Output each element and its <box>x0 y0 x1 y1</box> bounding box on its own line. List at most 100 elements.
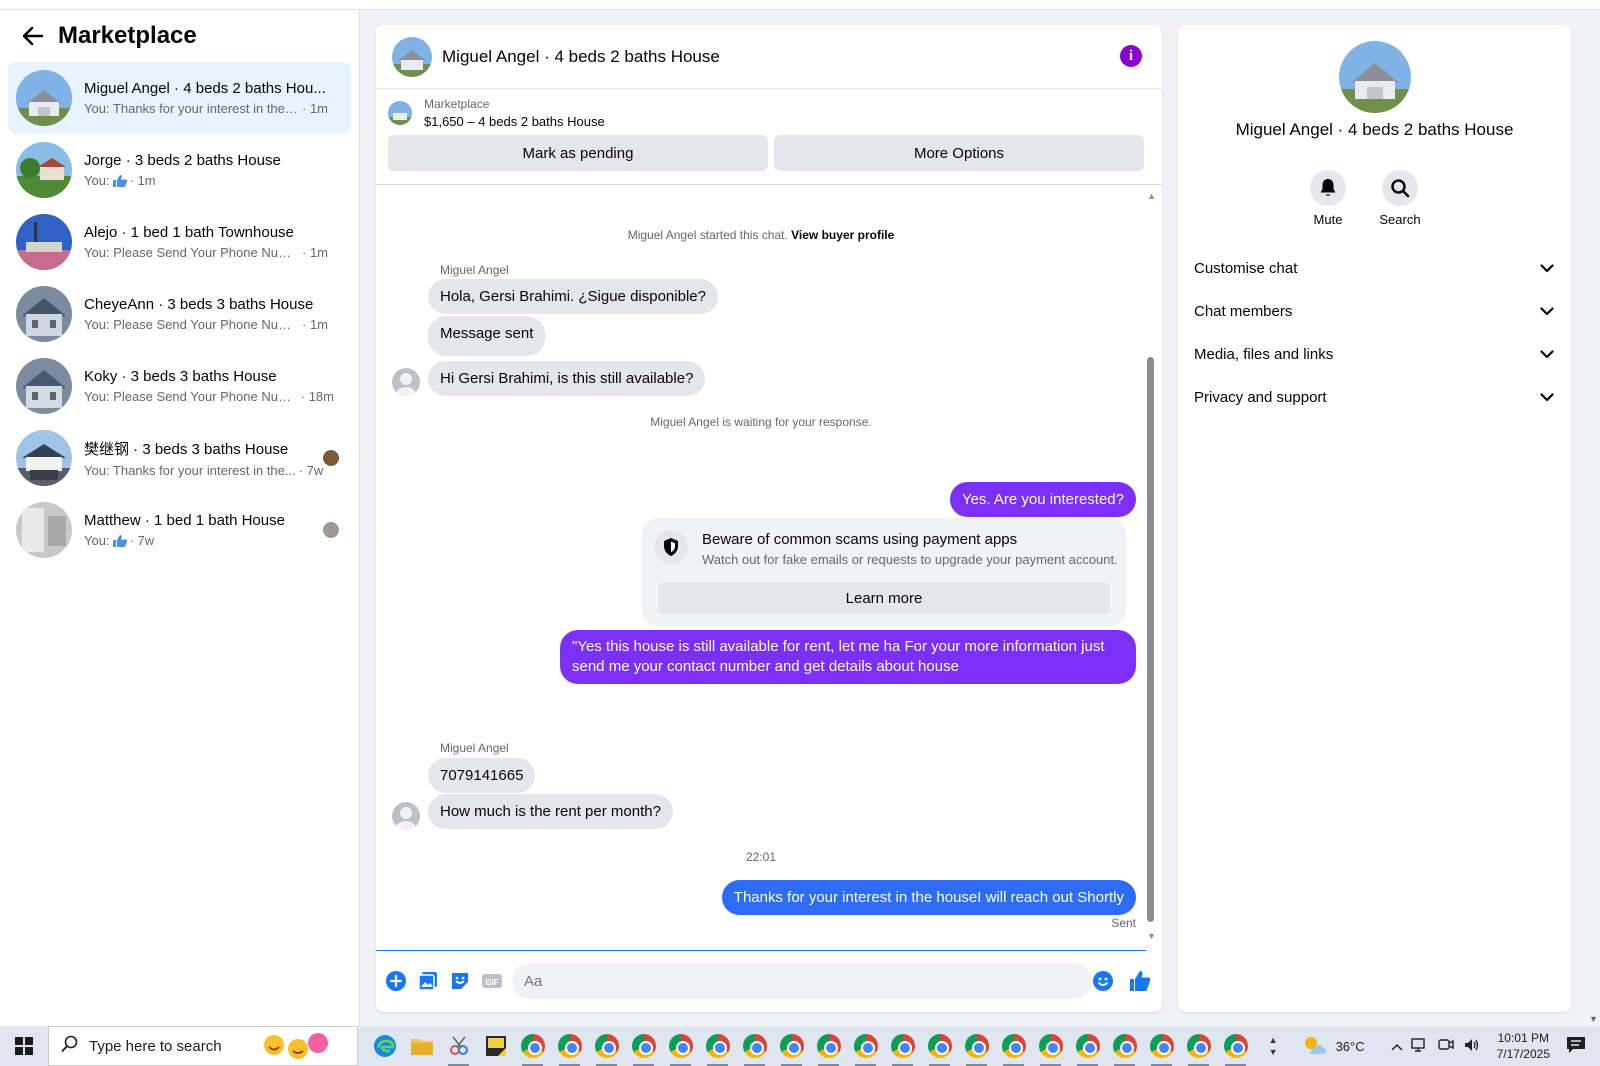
buyer-avatar <box>323 450 339 466</box>
chrome-icon[interactable] <box>514 1026 551 1066</box>
listing-thumbnail <box>16 358 72 414</box>
taskbar-clock[interactable]: 10:01 PM 7/17/2025 <box>1497 1030 1550 1062</box>
privacy-support-section[interactable]: Privacy and support <box>1194 379 1554 415</box>
conversation-item[interactable]: Matthew · 1 bed 1 bath House You: · 7w <box>8 494 351 566</box>
conversation-item[interactable]: Miguel Angel · 4 beds 2 baths Hou... You… <box>8 62 351 134</box>
info-icon[interactable]: i <box>1120 45 1142 67</box>
like-icon[interactable] <box>1128 969 1152 993</box>
network-icon[interactable] <box>1410 1037 1429 1056</box>
search-icon <box>1382 170 1418 206</box>
sender-name: Miguel Angel <box>440 741 509 755</box>
chrome-icon[interactable] <box>958 1026 995 1066</box>
conversation-item[interactable]: CheyeAnn · 3 beds 3 baths House You: Ple… <box>8 278 351 350</box>
conversation-snippet: You: Please Send Your Phone Numbe... <box>84 317 299 332</box>
section-label: Chat members <box>1194 302 1293 320</box>
chrome-icon[interactable] <box>1180 1026 1217 1066</box>
conversation-time: · 7w <box>298 463 324 478</box>
sender-name: Miguel Angel <box>440 263 509 277</box>
outgoing-message: Thanks for your interest in the houseI w… <box>721 880 1136 915</box>
weather-temperature[interactable]: 36°C <box>1336 1039 1365 1054</box>
search-label: Search <box>1379 212 1421 227</box>
listing-price-title[interactable]: $1,650 – 4 beds 2 baths House <box>424 114 605 129</box>
file-explorer-icon[interactable] <box>403 1026 440 1066</box>
taskbar-scroll-arrows-icon[interactable]: ▲ ▼ <box>1269 1034 1278 1058</box>
listing-thumbnail[interactable] <box>388 101 412 125</box>
more-options-button[interactable]: More Options <box>774 135 1144 171</box>
customise-chat-section[interactable]: Customise chat <box>1194 250 1554 286</box>
chrome-icon[interactable] <box>1032 1026 1069 1066</box>
chat-info-avatar[interactable] <box>1339 41 1411 113</box>
buyer-avatar <box>323 522 339 538</box>
clock-time: 10:01 PM <box>1497 1031 1549 1045</box>
buyer-avatar[interactable] <box>392 802 420 830</box>
chat-avatar[interactable] <box>392 36 432 77</box>
chevron-down-icon <box>1540 260 1554 277</box>
chrome-icon[interactable] <box>736 1026 773 1066</box>
chat-scrollbar[interactable] <box>1147 357 1154 922</box>
chrome-icon[interactable] <box>551 1026 588 1066</box>
notification-icon[interactable] <box>1566 1036 1586 1057</box>
chat-title[interactable]: Miguel Angel · 4 beds 2 baths House <box>442 47 720 67</box>
emoji-icon[interactable] <box>1092 970 1114 992</box>
chat-header: Miguel Angel · 4 beds 2 baths House i <box>376 25 1162 89</box>
chrome-icon[interactable] <box>995 1026 1032 1066</box>
conversation-item[interactable]: Jorge · 3 beds 2 baths House You: · 1m <box>8 134 351 206</box>
shield-icon <box>654 530 688 564</box>
conversation-time: · 1m <box>302 101 328 116</box>
conversation-item[interactable]: Alejo · 1 bed 1 bath Townhouse You: Plea… <box>8 206 351 278</box>
chat-members-section[interactable]: Chat members <box>1194 293 1554 329</box>
chrome-icon[interactable] <box>1143 1026 1180 1066</box>
gif-icon[interactable]: GIF <box>480 969 504 993</box>
outgoing-message: Yes. Are you interested? <box>949 482 1136 517</box>
chevron-down-icon <box>1540 389 1554 406</box>
scroll-up-arrow-icon[interactable]: ▲ <box>1147 191 1156 201</box>
incoming-message: Message sent <box>428 316 546 356</box>
conversation-item[interactable]: 樊继钢 · 3 beds 3 baths House You: Thanks f… <box>8 422 351 494</box>
message-timestamp: 22:01 <box>745 850 777 864</box>
scroll-down-arrow-icon[interactable]: ▼ <box>1589 1014 1598 1024</box>
buyer-avatar[interactable] <box>392 368 420 396</box>
meet-now-icon[interactable] <box>1437 1037 1455 1056</box>
chrome-icon[interactable] <box>884 1026 921 1066</box>
chrome-icon[interactable] <box>1069 1026 1106 1066</box>
chrome-icon[interactable] <box>662 1026 699 1066</box>
volume-icon[interactable] <box>1463 1037 1481 1056</box>
back-arrow-icon[interactable] <box>20 23 46 49</box>
plus-icon[interactable] <box>384 969 408 993</box>
listing-thumbnail <box>16 430 72 486</box>
weather-icon[interactable] <box>1302 1034 1328 1059</box>
view-buyer-profile-link[interactable]: View buyer profile <box>791 228 894 242</box>
chrome-icon[interactable] <box>1106 1026 1143 1066</box>
sticker-icon[interactable] <box>448 969 472 993</box>
search-button[interactable]: Search <box>1370 170 1430 227</box>
conversation-name: CheyeAnn · 3 beds 3 baths House <box>84 296 314 313</box>
chat-panel: Miguel Angel · 4 beds 2 baths House i Ma… <box>376 25 1162 1012</box>
listing-thumbnail <box>16 502 72 558</box>
page-scrollbar[interactable]: ▼ <box>1586 10 1600 1026</box>
scroll-down-arrow-icon[interactable]: ▼ <box>1147 931 1156 941</box>
conversation-item[interactable]: Koky · 3 beds 3 baths House You: Please … <box>8 350 351 422</box>
message-input[interactable] <box>512 963 1092 999</box>
chrome-icon[interactable] <box>847 1026 884 1066</box>
media-files-links-section[interactable]: Media, files and links <box>1194 336 1554 372</box>
chrome-icon[interactable] <box>588 1026 625 1066</box>
windows-start-icon[interactable] <box>0 1026 48 1066</box>
taskbar-search-placeholder: Type here to search <box>89 1037 222 1055</box>
snipping-tool-icon[interactable] <box>440 1026 477 1066</box>
chrome-icon[interactable] <box>773 1026 810 1066</box>
chrome-icon[interactable] <box>810 1026 847 1066</box>
edge-icon[interactable] <box>366 1026 403 1066</box>
sticky-notes-icon[interactable] <box>477 1026 514 1066</box>
taskbar-search[interactable]: Type here to search <box>48 1026 358 1066</box>
chrome-icon[interactable] <box>1217 1026 1254 1066</box>
learn-more-button[interactable]: Learn more <box>658 582 1110 614</box>
mute-button[interactable]: Mute <box>1298 170 1358 227</box>
chrome-icon[interactable] <box>625 1026 662 1066</box>
photo-icon[interactable] <box>416 969 440 993</box>
chevron-up-icon[interactable] <box>1391 1039 1403 1054</box>
listing-thumbnail <box>16 286 72 342</box>
chevron-down-icon <box>1540 346 1554 363</box>
chrome-icon[interactable] <box>921 1026 958 1066</box>
chrome-icon[interactable] <box>699 1026 736 1066</box>
mark-as-pending-button[interactable]: Mark as pending <box>388 135 768 171</box>
